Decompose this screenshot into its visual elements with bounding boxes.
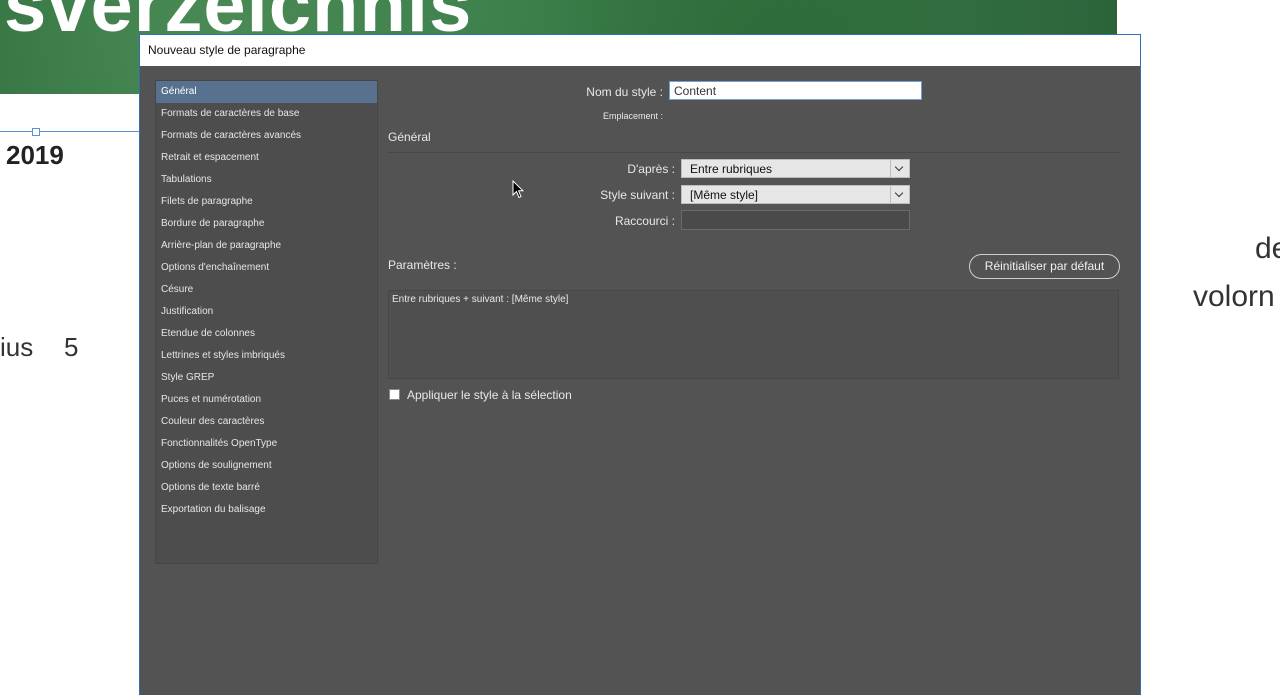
- category-nav: Général Formats de caractères de base Fo…: [155, 80, 378, 564]
- background-guide-handle: [32, 128, 40, 136]
- nav-item-indents-spacing[interactable]: Retrait et espacement: [156, 147, 377, 169]
- location-label: Emplacement :: [602, 111, 663, 121]
- background-year: 2019: [6, 140, 64, 170]
- nav-item-general[interactable]: Général: [156, 81, 377, 103]
- nav-item-advanced-character-formats[interactable]: Formats de caractères avancés: [156, 125, 377, 147]
- background-text-ius: ius: [0, 332, 34, 362]
- nav-item-character-color[interactable]: Couleur des caractères: [156, 411, 377, 433]
- nav-item-grep-style[interactable]: Style GREP: [156, 367, 377, 389]
- based-on-value: Entre rubriques: [690, 162, 773, 176]
- background-text-de: de: [1255, 232, 1280, 265]
- style-name-label: Nom du style :: [586, 85, 663, 99]
- nav-item-bullets-numbering[interactable]: Puces et numérotation: [156, 389, 377, 411]
- nav-item-hyphenation[interactable]: Césure: [156, 279, 377, 301]
- apply-style-checkbox[interactable]: [389, 389, 400, 400]
- dialog-title: Nouveau style de paragraphe: [148, 43, 306, 57]
- paragraph-style-dialog: Nouveau style de paragraphe Général Form…: [139, 34, 1141, 695]
- background-number: 5: [64, 332, 79, 362]
- shortcut-input[interactable]: [681, 210, 910, 230]
- nav-item-keep-options[interactable]: Options d'enchaînement: [156, 257, 377, 279]
- based-on-select[interactable]: Entre rubriques: [681, 159, 910, 178]
- style-settings-text: Entre rubriques + suivant : [Même style]: [392, 294, 569, 305]
- reset-to-default-button[interactable]: Réinitialiser par défaut: [969, 254, 1120, 279]
- based-on-label: D'après :: [627, 162, 675, 176]
- next-style-label: Style suivant :: [600, 188, 675, 202]
- next-style-select[interactable]: [Même style]: [681, 185, 910, 204]
- next-style-dropdown-button[interactable]: [890, 186, 909, 203]
- nav-item-paragraph-border[interactable]: Bordure de paragraphe: [156, 213, 377, 235]
- background-guide-line: [0, 131, 140, 132]
- apply-style-label[interactable]: Appliquer le style à la sélection: [407, 388, 572, 402]
- shortcut-label: Raccourci :: [614, 214, 675, 228]
- nav-item-paragraph-shading[interactable]: Arrière-plan de paragraphe: [156, 235, 377, 257]
- nav-item-drop-caps-nested-styles[interactable]: Lettrines et styles imbriqués: [156, 345, 377, 367]
- nav-item-basic-character-formats[interactable]: Formats de caractères de base: [156, 103, 377, 125]
- section-divider: [388, 152, 1119, 153]
- nav-item-paragraph-rules[interactable]: Filets de paragraphe: [156, 191, 377, 213]
- nav-item-strikethrough-options[interactable]: Options de texte barré: [156, 477, 377, 499]
- nav-item-justification[interactable]: Justification: [156, 301, 377, 323]
- based-on-dropdown-button[interactable]: [890, 160, 909, 177]
- params-label: Paramètres :: [388, 258, 457, 272]
- nav-item-tabs[interactable]: Tabulations: [156, 169, 377, 191]
- general-section-title: Général: [388, 130, 431, 144]
- nav-item-underline-options[interactable]: Options de soulignement: [156, 455, 377, 477]
- nav-item-span-columns[interactable]: Etendue de colonnes: [156, 323, 377, 345]
- background-text-volorn: volorn: [1193, 280, 1275, 313]
- chevron-down-icon: [894, 188, 904, 198]
- style-settings-box: Entre rubriques + suivant : [Même style]: [388, 290, 1119, 379]
- next-style-value: [Même style]: [690, 188, 759, 202]
- mouse-cursor-icon: [512, 180, 524, 199]
- dialog-titlebar[interactable]: Nouveau style de paragraphe: [140, 35, 1140, 66]
- nav-item-export-tagging[interactable]: Exportation du balisage: [156, 499, 377, 521]
- nav-item-opentype-features[interactable]: Fonctionnalités OpenType: [156, 433, 377, 455]
- style-name-input[interactable]: [669, 81, 922, 100]
- chevron-down-icon: [894, 162, 904, 172]
